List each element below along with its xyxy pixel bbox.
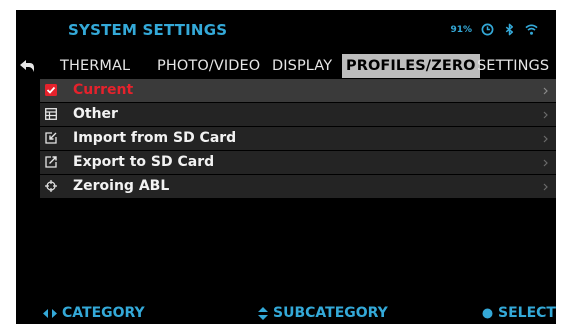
menu-item-current[interactable]: Current: [40, 79, 556, 102]
hint-subcategory-label: SUBCATEGORY: [273, 305, 388, 321]
hint-category-label: CATEGORY: [62, 305, 145, 321]
bluetooth-icon: [505, 23, 514, 36]
profiles-menu: Current Other Import from SD Card Export…: [40, 79, 556, 199]
left-right-arrows-icon: [43, 308, 57, 318]
select-dot-icon: [482, 308, 493, 318]
menu-item-label: Zeroing ABL: [73, 178, 170, 194]
battery-level: 91%: [450, 24, 472, 35]
tab-bar: THERMAL PHOTO/VIDEO DISPLAY PROFILES/ZER…: [16, 54, 556, 78]
export-icon: [45, 156, 57, 168]
tab-display[interactable]: DISPLAY: [272, 54, 332, 78]
battery-timer-icon: [481, 23, 494, 36]
menu-item-import-sd[interactable]: Import from SD Card: [40, 127, 556, 150]
up-down-arrows-icon: [258, 306, 268, 320]
tab-profiles-zero[interactable]: PROFILES/ZERO: [342, 54, 480, 78]
chevron-right-icon: [543, 135, 548, 143]
device-screen: SYSTEM SETTINGS 91% THERMAL PHOTO/VIDEO …: [16, 10, 556, 324]
page-title: SYSTEM SETTINGS: [68, 21, 228, 39]
wifi-icon: [525, 24, 538, 35]
menu-item-other[interactable]: Other: [40, 103, 556, 126]
zeroing-crosshair-icon: [45, 180, 57, 192]
chevron-right-icon: [543, 87, 548, 95]
menu-item-label: Export to SD Card: [73, 154, 215, 170]
back-arrow-icon[interactable]: [19, 59, 35, 73]
menu-item-zeroing-abl[interactable]: Zeroing ABL: [40, 175, 556, 198]
hint-category: CATEGORY: [43, 302, 145, 324]
tab-settings[interactable]: SETTINGS: [477, 54, 549, 78]
status-bar: 91%: [450, 23, 538, 36]
hint-select: SELECT: [482, 302, 556, 324]
profile-list-icon: [45, 108, 57, 120]
menu-item-label: Other: [73, 106, 118, 122]
menu-item-export-sd[interactable]: Export to SD Card: [40, 151, 556, 174]
chevron-right-icon: [543, 111, 548, 119]
chevron-right-icon: [543, 183, 548, 191]
chevron-right-icon: [543, 159, 548, 167]
hint-select-label: SELECT: [498, 305, 556, 321]
checkbox-checked-icon: [45, 84, 57, 96]
header: SYSTEM SETTINGS 91%: [16, 10, 556, 48]
tab-thermal[interactable]: THERMAL: [60, 54, 130, 78]
footer-hints: CATEGORY SUBCATEGORY SELECT: [16, 302, 556, 324]
tab-photo-video[interactable]: PHOTO/VIDEO: [157, 54, 260, 78]
hint-subcategory: SUBCATEGORY: [258, 302, 388, 324]
menu-item-label: Current: [73, 82, 134, 98]
import-icon: [45, 132, 57, 144]
menu-item-label: Import from SD Card: [73, 130, 237, 146]
